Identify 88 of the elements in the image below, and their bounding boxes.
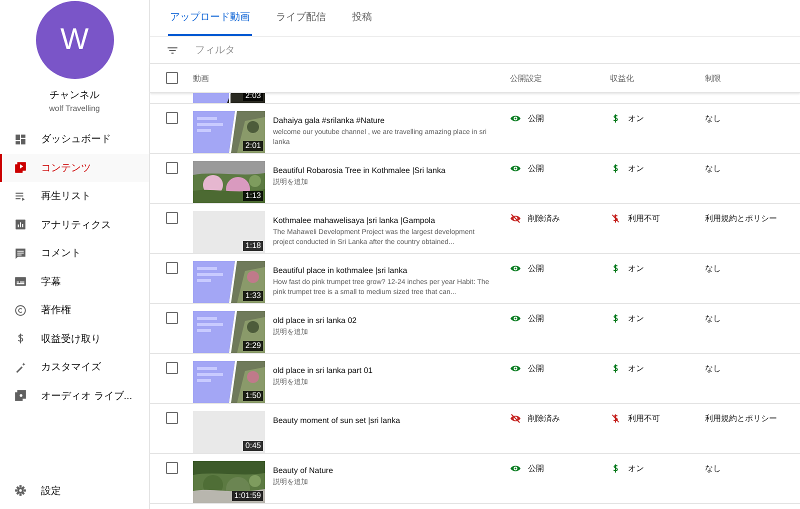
restriction-status: なし xyxy=(705,114,721,123)
row-checkbox[interactable] xyxy=(166,362,178,374)
video-title[interactable]: Beauty moment of sun set |sri lanka xyxy=(273,416,495,425)
video-thumbnail[interactable]: 1:50 xyxy=(193,361,265,403)
video-title[interactable]: Beauty of Nature xyxy=(273,466,495,475)
column-header: 制限 xyxy=(705,74,721,82)
monetization-status: オン xyxy=(628,463,644,474)
video-thumbnail[interactable]: 1:18 xyxy=(193,211,265,253)
comment-icon xyxy=(14,246,27,260)
row-checkbox[interactable] xyxy=(166,462,178,474)
video-duration: 1:18 xyxy=(243,241,263,251)
video-duration: 0:45 xyxy=(243,441,263,451)
select-all-checkbox[interactable] xyxy=(166,72,178,84)
nav-item[interactable]: 字幕 xyxy=(0,268,149,296)
nav-item[interactable]: アナリティクス xyxy=(0,210,149,239)
analytics-icon xyxy=(14,218,27,232)
nav-item[interactable]: コメント xyxy=(0,239,149,268)
restriction-status: 利用規約とポリシー xyxy=(705,414,777,423)
tab[interactable]: ライブ配信 xyxy=(274,0,328,36)
row-checkbox[interactable] xyxy=(166,112,178,124)
video-duration: 1:13 xyxy=(243,191,263,201)
settings-icon xyxy=(14,484,27,498)
visibility-status: 削除済み xyxy=(528,413,560,424)
video-title[interactable]: old place in sri lanka 02 xyxy=(273,316,495,325)
visibility-status: 公開 xyxy=(528,363,544,374)
restriction-status: なし xyxy=(705,164,721,173)
video-duration: 1:50 xyxy=(243,391,263,401)
monetization-status: 利用不可 xyxy=(628,413,660,424)
video-title[interactable]: Kothmalee mahawelisaya |sri lanka |Gampola xyxy=(273,216,495,225)
channel-label: チャンネル xyxy=(48,89,100,102)
dashboard-icon xyxy=(14,132,27,146)
content-icon xyxy=(14,161,27,174)
nav-item[interactable]: コンテンツ xyxy=(0,154,149,182)
video-title[interactable]: Beautiful Robarosia Tree in Kothmalee |Sri lanka xyxy=(273,166,495,175)
video-thumbnail[interactable]: 1:13 xyxy=(193,161,265,203)
row-checkbox[interactable] xyxy=(166,212,178,224)
copyright-icon xyxy=(14,304,27,317)
monetization-status: 利用不可 xyxy=(628,213,660,224)
playlist-icon xyxy=(14,190,27,203)
library-icon xyxy=(14,389,27,402)
monetization-status: オン xyxy=(628,163,644,174)
settings-item[interactable]: 設定 xyxy=(0,476,149,505)
visibility-status: 削除済み xyxy=(528,213,560,224)
video-title[interactable]: Dahaiya gala #srilanka #Nature xyxy=(273,116,495,125)
column-header: 収益化 xyxy=(610,72,634,84)
monetization-status: オン xyxy=(628,263,644,274)
column-header: 動画 xyxy=(193,72,209,84)
nav-item[interactable]: 著作権 xyxy=(0,296,149,324)
subtitles-icon xyxy=(14,275,27,288)
restriction-status: なし xyxy=(705,464,721,473)
channel-name: wolf Travelling xyxy=(48,104,101,113)
row-checkbox[interactable] xyxy=(166,162,178,174)
restriction-status: なし xyxy=(705,314,721,323)
video-duration: 1:01:59 xyxy=(232,491,263,501)
video-duration: 1:33 xyxy=(243,291,263,301)
video-title[interactable]: old place in sri lanka part 01 xyxy=(273,366,495,375)
wand-icon xyxy=(14,360,27,374)
visibility-status: 公開 xyxy=(528,463,544,474)
column-header: 公開設定 xyxy=(510,72,542,84)
nav-item[interactable]: オーディオ ライブ... xyxy=(0,382,149,410)
video-duration: 2:01 xyxy=(243,141,263,151)
nav-item[interactable]: カスタマイズ xyxy=(0,353,149,382)
channel-avatar[interactable]: W xyxy=(36,1,114,79)
visibility-status: 公開 xyxy=(528,313,544,324)
video-thumbnail[interactable]: 1:01:59 xyxy=(193,461,265,503)
nav-item[interactable]: 再生リスト xyxy=(0,182,149,210)
visibility-status: 公開 xyxy=(528,263,544,274)
visibility-status: 公開 xyxy=(528,113,544,124)
video-duration: 2:29 xyxy=(243,341,263,351)
tab[interactable]: 投稿 xyxy=(350,0,374,36)
visibility-status: 公開 xyxy=(528,163,544,174)
video-thumbnail[interactable]: 0:45 xyxy=(193,411,265,453)
video-thumbnail[interactable]: 1:33 xyxy=(193,261,265,303)
nav-item[interactable]: ダッシュボード xyxy=(0,125,149,154)
row-checkbox[interactable] xyxy=(166,262,178,274)
row-checkbox[interactable] xyxy=(166,412,178,424)
video-thumbnail[interactable]: 2:29 xyxy=(193,311,265,353)
monetization-status: オン xyxy=(628,313,644,324)
tab[interactable]: アップロード動画 xyxy=(168,0,252,36)
video-title[interactable]: Beautiful place in kothmalee |sri lanka xyxy=(273,266,495,275)
monetization-status: オン xyxy=(628,113,644,124)
nav-item[interactable]: 収益受け取り xyxy=(0,324,149,353)
row-checkbox[interactable] xyxy=(166,312,178,324)
video-thumbnail[interactable]: 2:01 xyxy=(193,111,265,153)
restriction-status: 利用規約とポリシー xyxy=(705,214,777,223)
restriction-status: なし xyxy=(705,264,721,273)
restriction-status: なし xyxy=(705,364,721,373)
monetization-status: オン xyxy=(628,363,644,374)
